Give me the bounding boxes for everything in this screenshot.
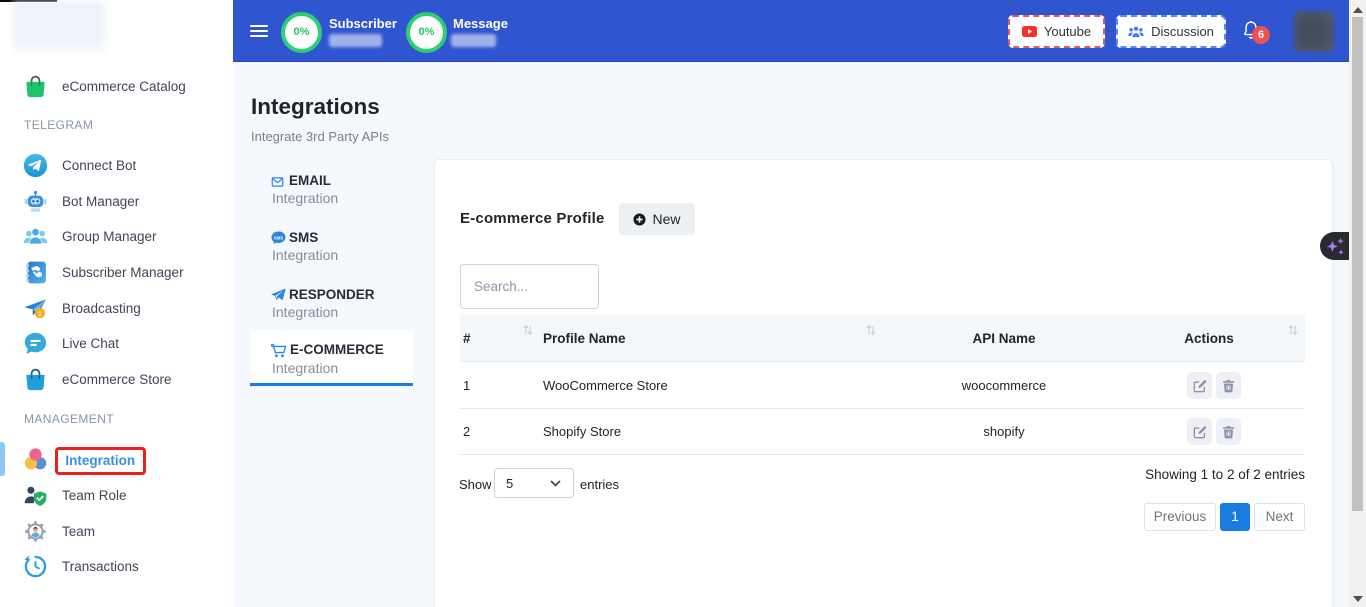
svg-text:1: 1 bbox=[38, 310, 42, 317]
svg-text:SMS: SMS bbox=[274, 235, 283, 240]
